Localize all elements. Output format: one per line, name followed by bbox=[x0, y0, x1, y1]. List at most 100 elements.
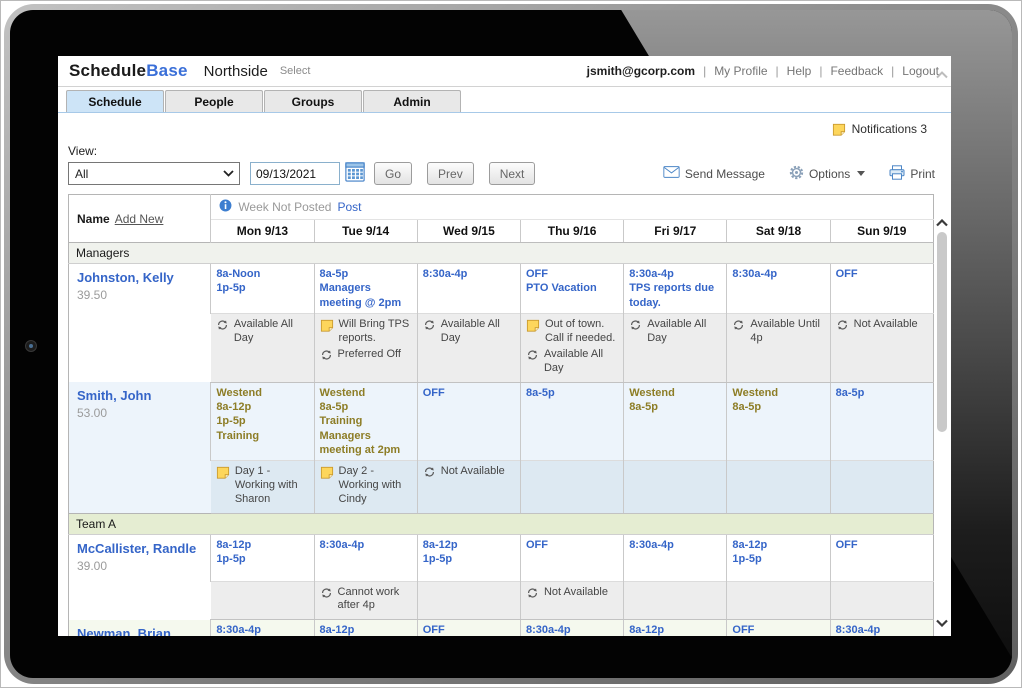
day-header: Fri 9/17 bbox=[624, 220, 727, 243]
shift-cell[interactable]: 8:30a-4p bbox=[417, 264, 520, 314]
options-button[interactable]: Options bbox=[789, 165, 865, 183]
shift-line: 8:30a-4p bbox=[732, 267, 824, 281]
shift-line: Managers meeting @ 2pm bbox=[320, 281, 412, 310]
shift-cell[interactable]: 8a-12p1p-5p bbox=[727, 534, 830, 581]
scroll-down-arrow[interactable] bbox=[936, 616, 948, 630]
shift-line: PTO Vacation bbox=[526, 281, 618, 295]
app-logo: ScheduleBase bbox=[69, 61, 188, 81]
shift-line: 8a-5p bbox=[836, 386, 928, 400]
account-link-feedback[interactable]: Feedback bbox=[830, 64, 883, 78]
go-button[interactable]: Go bbox=[374, 162, 412, 185]
shift-cell[interactable]: OFF bbox=[727, 620, 830, 636]
tab-groups[interactable]: Groups bbox=[264, 90, 362, 112]
prev-button[interactable]: Prev bbox=[427, 162, 474, 185]
tab-admin[interactable]: Admin bbox=[363, 90, 461, 112]
shift-line: Training bbox=[216, 429, 308, 443]
employee-name-link[interactable]: Johnston, Kelly bbox=[77, 270, 202, 285]
employee-name-cell: McCallister, Randle39.00 bbox=[69, 534, 211, 620]
shift-line: 8a-12p bbox=[423, 538, 515, 552]
shift-cell[interactable]: OFF bbox=[830, 264, 933, 314]
table-scroll-up-arrow[interactable] bbox=[936, 216, 948, 230]
post-week-link[interactable]: Post bbox=[337, 200, 361, 214]
print-button[interactable]: Print bbox=[889, 165, 935, 183]
shift-cell[interactable]: 8:30a-4p bbox=[520, 620, 623, 636]
group-label: Team A bbox=[69, 513, 934, 534]
note-text: Day 1 - Working with Sharon bbox=[235, 465, 309, 506]
next-button[interactable]: Next bbox=[489, 162, 536, 185]
chevron-down-icon bbox=[223, 170, 234, 177]
separator: | bbox=[891, 64, 894, 78]
tab-schedule[interactable]: Schedule bbox=[66, 90, 164, 112]
shift-cell[interactable]: 8a-12p bbox=[624, 620, 727, 636]
employee-name-link[interactable]: McCallister, Randle bbox=[77, 541, 202, 556]
caret-down-icon bbox=[857, 171, 865, 176]
tab-people[interactable]: People bbox=[165, 90, 263, 112]
note-text: Preferred Off bbox=[338, 348, 401, 362]
date-input[interactable] bbox=[250, 162, 340, 185]
account-nav: jsmith@gcorp.com|My Profile|Help|Feedbac… bbox=[587, 64, 939, 78]
note-cell bbox=[211, 581, 314, 620]
send-message-button[interactable]: Send Message bbox=[663, 166, 765, 181]
shift-cell[interactable]: 8:30a-4p bbox=[624, 534, 727, 581]
employee-name-link[interactable]: Newman, Brian bbox=[77, 626, 202, 636]
employee-name-link[interactable]: Smith, John bbox=[77, 388, 202, 403]
top-bar: ScheduleBase Northside Select jsmith@gco… bbox=[58, 56, 951, 87]
shift-cell[interactable]: OFFPTO Vacation bbox=[520, 264, 623, 314]
scrollbar-thumb[interactable] bbox=[937, 232, 947, 432]
note-text: Day 2 - Working with Cindy bbox=[339, 465, 412, 506]
note-cell bbox=[830, 461, 933, 513]
shift-cell[interactable]: 8a-5p bbox=[830, 382, 933, 460]
shift-cell[interactable]: OFF bbox=[417, 382, 520, 460]
shift-line: Westend bbox=[629, 386, 721, 400]
shift-cell[interactable]: Westend8a-5p bbox=[727, 382, 830, 460]
group-row: Managers bbox=[69, 243, 934, 264]
view-select[interactable]: All bbox=[68, 162, 240, 185]
note-cell: Available All Day bbox=[417, 313, 520, 382]
shift-line: 1p-5p bbox=[423, 552, 515, 566]
shift-line: 8a-5p bbox=[320, 267, 412, 281]
shift-cell[interactable]: Westend8a-5p bbox=[624, 382, 727, 460]
availability-icon bbox=[423, 466, 436, 478]
shift-cell[interactable]: 8a-12p1p-5p bbox=[314, 620, 417, 636]
schedule-table-wrap: NameAdd New Week Not Posted Post Mon 9/1… bbox=[68, 194, 934, 636]
note-cell bbox=[727, 461, 830, 513]
availability-icon bbox=[836, 319, 849, 331]
shift-cell[interactable]: 8a-5pManagers meeting @ 2pm bbox=[314, 264, 417, 314]
shift-cell[interactable]: 8a-5p bbox=[520, 382, 623, 460]
group-row: Team A bbox=[69, 513, 934, 534]
select-location-link[interactable]: Select bbox=[280, 65, 311, 77]
day-header: Wed 9/15 bbox=[417, 220, 520, 243]
shift-cell[interactable]: 8a-12p1p-5p bbox=[211, 534, 314, 581]
name-column-header: NameAdd New bbox=[69, 195, 211, 243]
shift-cell[interactable]: OFF bbox=[830, 534, 933, 581]
account-link-my-profile[interactable]: My Profile bbox=[714, 64, 767, 78]
add-new-link[interactable]: Add New bbox=[115, 212, 164, 226]
note: Available All Day bbox=[423, 318, 515, 346]
note: Out of town. Call if needed. bbox=[526, 318, 618, 346]
shift-line: 8a-12p bbox=[216, 538, 308, 552]
shift-cell[interactable]: 8a-12p1p-5p bbox=[417, 534, 520, 581]
shift-cell[interactable]: 8a-Noon1p-5p bbox=[211, 264, 314, 314]
shift-cell[interactable]: OFF bbox=[520, 534, 623, 581]
shift-cell[interactable]: 8:30a-4p bbox=[727, 264, 830, 314]
notifications-link[interactable]: Notifications 3 bbox=[852, 122, 927, 136]
note: Available All Day bbox=[629, 318, 721, 346]
shift-line: 8a-12p bbox=[732, 538, 824, 552]
shift-line: OFF bbox=[423, 623, 515, 636]
note-icon bbox=[320, 319, 334, 332]
shift-cell[interactable]: 8:30a-4p bbox=[830, 620, 933, 636]
print-label: Print bbox=[910, 167, 935, 181]
calendar-button[interactable] bbox=[344, 163, 365, 184]
shift-line: 1p-5p bbox=[216, 281, 308, 295]
shift-cell[interactable]: 8:30a-4p bbox=[211, 620, 314, 636]
shift-cell[interactable]: Westend8a-12p1p-5pTraining bbox=[211, 382, 314, 460]
scroll-up-arrow-light[interactable] bbox=[936, 68, 948, 82]
shift-cell[interactable]: 8:30a-4p bbox=[314, 534, 417, 581]
note-text: Will Bring TPS reports. bbox=[339, 318, 412, 346]
account-link-help[interactable]: Help bbox=[787, 64, 812, 78]
note: Available Until 4p bbox=[732, 318, 824, 346]
employee-row: Smith, John53.00Westend8a-12p1p-5pTraini… bbox=[69, 382, 934, 460]
shift-cell[interactable]: OFF bbox=[417, 620, 520, 636]
shift-cell[interactable]: 8:30a-4pTPS reports due today. bbox=[624, 264, 727, 314]
shift-cell[interactable]: Westend8a-5pTrainingManagers meeting at … bbox=[314, 382, 417, 460]
